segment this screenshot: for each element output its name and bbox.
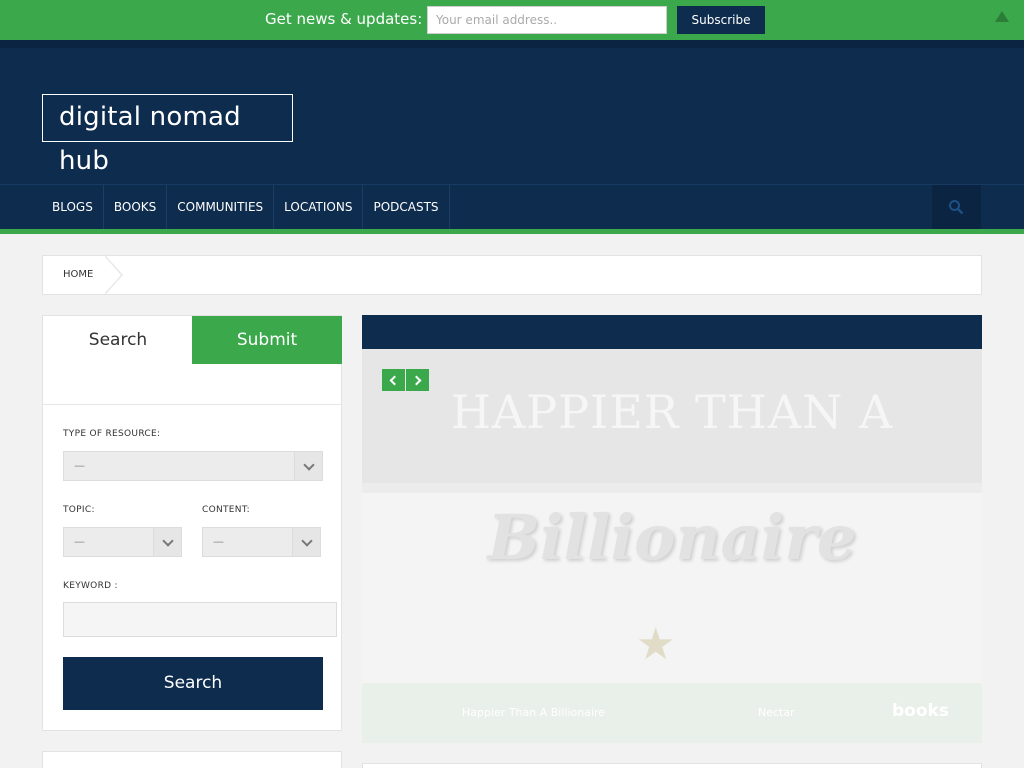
slide-caption-type: Nectar [758,706,795,719]
content-select[interactable]: — [202,527,321,557]
nav-item-locations[interactable]: LOCATIONS [274,185,364,229]
breadcrumb: HOME [42,255,982,295]
topic-value: — [74,535,85,548]
chevron-down-icon [292,528,320,556]
tab-search[interactable]: Search [43,316,193,364]
nav-item-blogs[interactable]: BLOGS [42,185,104,229]
breadcrumb-separator [104,255,123,295]
slide-image-text-line1: HAPPIER THAN A [450,385,894,439]
collapse-bar-icon[interactable] [995,11,1009,22]
star-icon: ★ [636,619,676,670]
keyword-label: KEYWORD : [63,581,118,591]
topic-select[interactable]: — [63,527,182,557]
newsletter-label: Get news & updates: [265,10,423,28]
type-of-resource-value: — [74,459,85,472]
panel-divider [43,404,341,405]
topic-label: TOPIC: [63,505,95,515]
chevron-down-icon [153,528,181,556]
content-card [362,763,982,768]
content-label: CONTENT: [202,505,250,515]
keyword-input[interactable] [63,602,337,637]
slider-prev-button[interactable] [382,369,405,391]
newsletter-bar: Get news & updates: Subscribe [0,0,1024,40]
email-input[interactable] [427,6,667,34]
breadcrumb-home[interactable]: HOME [63,269,93,280]
header-stripe [0,40,1024,48]
type-of-resource-label: TYPE OF RESOURCE: [63,429,161,439]
nav-menu: BLOGS BOOKS COMMUNITIES LOCATIONS PODCAS… [42,185,450,229]
slide-caption[interactable]: Happier Than A Billionaire Nectar books [362,683,982,743]
sidebar-widget [42,751,342,768]
slide-caption-title[interactable]: Happier Than A Billionaire [462,706,605,719]
type-of-resource-select[interactable]: — [63,451,323,481]
nav-search-button[interactable] [932,185,981,229]
chevron-down-icon [294,452,322,480]
search-panel: Search Submit TYPE OF RESOURCE: — TOPIC:… [42,315,342,731]
tab-submit[interactable]: Submit [192,316,342,364]
nav-item-podcasts[interactable]: PODCASTS [363,185,450,229]
slider-next-button[interactable] [406,369,429,391]
search-button[interactable]: Search [63,657,323,710]
search-icon [949,200,964,215]
site-header: digital nomad hub [0,40,1024,184]
site-logo[interactable]: digital nomad hub [42,94,293,176]
slide-caption-category[interactable]: books [892,701,949,721]
nav-accent-line [0,229,1024,234]
featured-slider[interactable]: HAPPIER THAN A Billionaire ★ Happier Tha… [362,349,982,743]
subscribe-button[interactable]: Subscribe [677,6,765,34]
content-value: — [213,535,224,548]
slide-image-text-line2: Billionaire [487,501,857,574]
nav-item-books[interactable]: BOOKS [104,185,168,229]
nav-item-communities[interactable]: COMMUNITIES [167,185,275,229]
main-nav: BLOGS BOOKS COMMUNITIES LOCATIONS PODCAS… [0,184,1024,229]
slider-header-bar [362,315,982,349]
